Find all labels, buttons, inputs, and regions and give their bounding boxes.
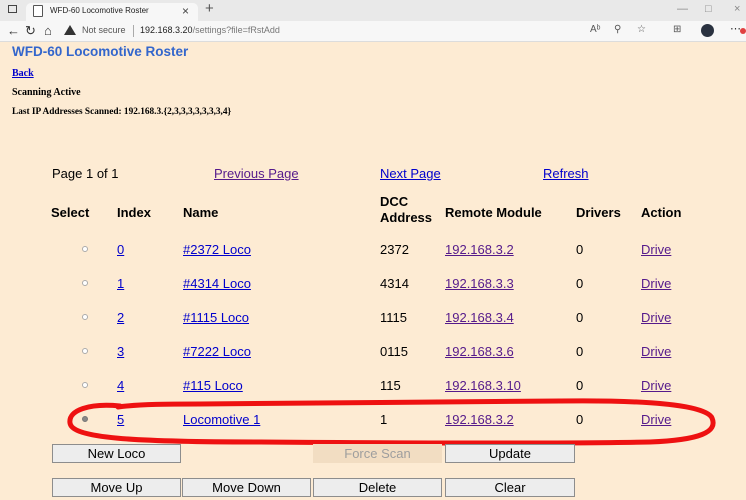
drivers-count: 0 — [576, 378, 584, 393]
name-link[interactable]: Locomotive 1 — [183, 412, 260, 427]
select-radio[interactable] — [82, 280, 88, 286]
name-link[interactable]: #2372 Loco — [183, 242, 251, 257]
maximize-icon[interactable]: □ — [705, 1, 712, 17]
index-link[interactable]: 3 — [117, 344, 124, 359]
profile-avatar[interactable] — [701, 24, 714, 37]
select-radio[interactable] — [82, 416, 88, 422]
warning-icon[interactable] — [64, 25, 76, 35]
header-address: Address — [380, 210, 433, 225]
index-link[interactable]: 4 — [117, 378, 124, 393]
dcc-address: 115 — [380, 378, 401, 393]
table-row: 4 #115 Loco 115 192.168.3.10 0 Drive — [0, 378, 746, 412]
table-row: 0 #2372 Loco 2372 192.168.3.2 0 Drive — [0, 242, 746, 276]
index-link[interactable]: 0 — [117, 242, 124, 257]
refresh-link[interactable]: Refresh — [543, 166, 589, 181]
move-down-button[interactable]: Move Down — [182, 478, 311, 497]
previous-page-link[interactable]: Previous Page — [214, 166, 299, 181]
drivers-count: 0 — [576, 310, 584, 325]
drivers-count: 0 — [576, 344, 584, 359]
table-row: 1 #4314 Loco 4314 192.168.3.3 0 Drive — [0, 276, 746, 310]
select-radio[interactable] — [82, 246, 88, 252]
favorite-icon[interactable]: ☆ — [637, 24, 646, 35]
drive-link[interactable]: Drive — [641, 310, 671, 325]
table-row-selected: 5 Locomotive 1 1 192.168.3.2 0 Drive — [0, 412, 746, 446]
dcc-address: 0115 — [380, 344, 408, 359]
more-icon[interactable]: ⋯ — [730, 22, 741, 35]
remote-module-link[interactable]: 192.168.3.3 — [445, 276, 514, 291]
url-path: /settings?file=fRstAdd — [192, 25, 280, 35]
browser-tab[interactable]: WFD-60 Locomotive Roster × — [26, 3, 198, 21]
drive-link[interactable]: Drive — [641, 344, 671, 359]
browser-tab-bar: WFD-60 Locomotive Roster × + — □ × — [0, 0, 746, 21]
window-close-icon[interactable]: × — [734, 1, 740, 17]
remote-module-link[interactable]: 192.168.3.10 — [445, 378, 521, 393]
select-radio[interactable] — [82, 348, 88, 354]
tab-title: WFD-60 Locomotive Roster — [50, 6, 149, 15]
move-up-button[interactable]: Move Up — [52, 478, 181, 497]
address-bar: ← ↻ ⌂ Not secure 192.168.3.20/settings?f… — [0, 21, 746, 42]
name-link[interactable]: #115 Loco — [183, 378, 243, 393]
remote-module-link[interactable]: 192.168.3.2 — [445, 412, 514, 427]
drive-link[interactable]: Drive — [641, 242, 671, 257]
clear-button[interactable]: Clear — [445, 478, 575, 497]
select-radio[interactable] — [82, 382, 88, 388]
not-secure-label[interactable]: Not secure — [82, 25, 126, 35]
name-link[interactable]: #7222 Loco — [183, 344, 251, 359]
header-action: Action — [641, 205, 682, 220]
delete-button[interactable]: Delete — [313, 478, 442, 497]
notification-dot — [740, 28, 746, 34]
drivers-count: 0 — [576, 412, 584, 427]
remote-module-link[interactable]: 192.168.3.6 — [445, 344, 514, 359]
drive-link[interactable]: Drive — [641, 276, 671, 291]
select-radio[interactable] — [82, 314, 88, 320]
header-select: Select — [51, 205, 90, 220]
new-tab-icon[interactable]: + — [205, 0, 214, 18]
url-host: 192.168.3.20 — [140, 25, 193, 35]
collections-icon[interactable]: ⊞ — [673, 24, 681, 35]
dcc-address: 2372 — [380, 242, 409, 257]
remote-module-link[interactable]: 192.168.3.2 — [445, 242, 514, 257]
name-link[interactable]: #1115 Loco — [183, 310, 249, 325]
tab-actions-icon[interactable] — [8, 5, 17, 13]
last-ip-scanned: Last IP Addresses Scanned: 192.168.3.{2,… — [12, 107, 232, 117]
header-remote-module: Remote Module — [445, 205, 542, 220]
home-icon[interactable]: ⌂ — [44, 21, 52, 41]
address-divider — [133, 25, 134, 37]
read-aloud-icon[interactable]: Aᵇ — [590, 24, 600, 35]
dcc-address: 1 — [380, 412, 388, 427]
update-button[interactable]: Update — [445, 444, 575, 463]
scanning-status: Scanning Active — [12, 87, 81, 98]
index-link[interactable]: 1 — [117, 276, 124, 291]
name-link[interactable]: #4314 Loco — [183, 276, 251, 291]
remote-module-link[interactable]: 192.168.3.4 — [445, 310, 514, 325]
back-link[interactable]: Back — [12, 68, 34, 79]
minimize-icon[interactable]: — — [677, 1, 688, 17]
table-row: 2 #1115 Loco 1115 192.168.3.4 0 Drive — [0, 310, 746, 344]
drive-link[interactable]: Drive — [641, 378, 671, 393]
header-drivers: Drivers — [576, 205, 621, 220]
zoom-icon[interactable]: ⚲ — [614, 24, 621, 35]
reload-icon[interactable]: ↻ — [25, 21, 36, 41]
page-title: WFD-60 Locomotive Roster — [12, 44, 189, 59]
header-dcc: DCC — [380, 194, 409, 209]
drivers-count: 0 — [576, 242, 584, 257]
index-link[interactable]: 5 — [117, 412, 124, 427]
new-loco-button[interactable]: New Loco — [52, 444, 181, 463]
url-field[interactable]: 192.168.3.20/settings?file=fRstAdd — [140, 25, 280, 35]
dcc-address: 1115 — [380, 310, 407, 325]
back-arrow-icon[interactable]: ← — [7, 21, 20, 41]
drivers-count: 0 — [576, 276, 584, 291]
dcc-address: 4314 — [380, 276, 409, 291]
drive-link[interactable]: Drive — [641, 412, 671, 427]
page-icon — [33, 5, 43, 17]
header-name: Name — [183, 205, 219, 220]
force-scan-button: Force Scan — [313, 444, 442, 463]
next-page-link[interactable]: Next Page — [380, 166, 441, 181]
index-link[interactable]: 2 — [117, 310, 124, 325]
tab-close-icon[interactable]: × — [182, 3, 189, 19]
page-info: Page 1 of 1 — [52, 166, 119, 181]
header-index: Index — [117, 205, 151, 220]
table-row: 3 #7222 Loco 0115 192.168.3.6 0 Drive — [0, 344, 746, 378]
